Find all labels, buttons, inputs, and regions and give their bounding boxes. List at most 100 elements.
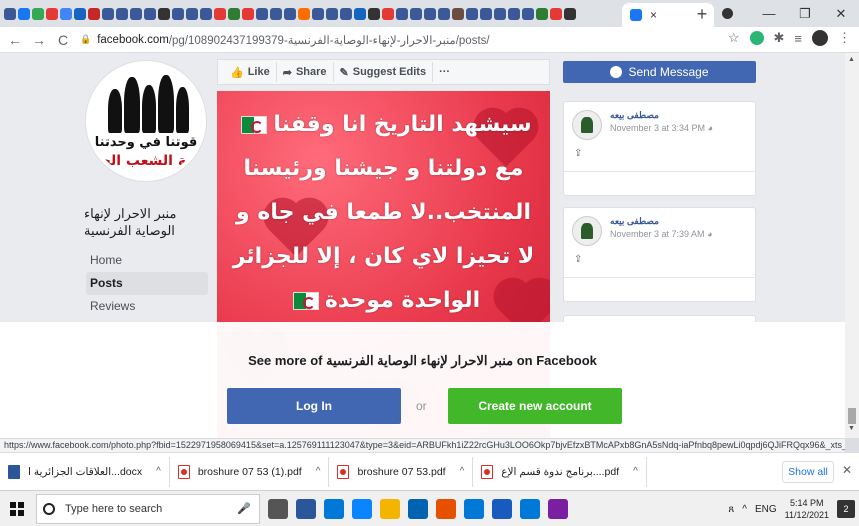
taskbar-app-icon[interactable]: [296, 498, 316, 519]
chevron-up-icon[interactable]: ^: [633, 466, 638, 477]
tab-favicon-icon[interactable]: [284, 7, 296, 20]
tab-favicon-icon[interactable]: [102, 7, 114, 20]
tab-favicon-icon[interactable]: [74, 7, 86, 20]
tab-favicon-icon[interactable]: [326, 7, 338, 20]
avatar[interactable]: [812, 30, 828, 46]
tab-favicon-icon[interactable]: [200, 7, 212, 20]
nav-item-posts[interactable]: Posts: [86, 272, 208, 295]
chevron-up-icon[interactable]: ^: [156, 466, 161, 477]
tab-favicon-icon[interactable]: [354, 7, 366, 20]
scroll-thumb[interactable]: [848, 408, 856, 424]
taskbar-app-icon[interactable]: [464, 498, 484, 519]
tab-favicon-icon[interactable]: [144, 7, 156, 20]
back-button[interactable]: ←: [6, 32, 24, 48]
tab-favicon-icon[interactable]: [172, 7, 184, 20]
tab-favicon-icon[interactable]: [410, 7, 422, 20]
log-in-button[interactable]: Log In: [227, 388, 401, 424]
download-item[interactable]: برنامج ندوة قسم الإع....pdf ^: [473, 456, 647, 487]
tab-favicon-icon[interactable]: [116, 7, 128, 20]
page-title[interactable]: منبر الاحرار لإنهاء الوصاية الفرنسية: [84, 205, 204, 239]
chevron-up-icon[interactable]: ^: [742, 504, 747, 515]
post-time[interactable]: November 3 at 7:39 AM ◕: [610, 229, 713, 239]
taskbar-app-icon[interactable]: [352, 498, 372, 519]
menu-icon[interactable]: ⋮: [838, 30, 851, 46]
reload-button[interactable]: C: [54, 32, 72, 48]
tab-favicon-icon[interactable]: [298, 7, 310, 20]
forward-button[interactable]: →: [30, 32, 48, 48]
nav-item-home[interactable]: Home: [86, 249, 208, 272]
suggest-edits-button[interactable]: ✎ Suggest Edits: [334, 62, 434, 82]
post-author[interactable]: مصطفى بيعه: [610, 110, 713, 121]
post-author[interactable]: مصطفى بيعه: [610, 216, 713, 227]
like-button[interactable]: 👍 Like: [224, 62, 277, 82]
page-scrollbar[interactable]: ▲ ▼: [845, 53, 859, 438]
taskbar-app-icon[interactable]: [380, 498, 400, 519]
clock[interactable]: 5:14 PM 11/12/2021: [785, 497, 829, 521]
tab-favicon-icon[interactable]: [494, 7, 506, 20]
send-message-button[interactable]: Send Message: [563, 61, 756, 83]
download-item[interactable]: broshure 07 53 (1).pdf ^: [170, 456, 330, 487]
language-indicator[interactable]: ENG: [755, 504, 777, 515]
avatar[interactable]: [572, 110, 602, 140]
share-icon[interactable]: ⇪: [564, 140, 755, 167]
tab-favicon-icon[interactable]: [242, 7, 254, 20]
create-account-button[interactable]: Create new account: [448, 388, 622, 424]
reading-list-icon[interactable]: ≡: [794, 31, 802, 46]
tab-favicon-icon[interactable]: [186, 7, 198, 20]
tab-favicon-icon[interactable]: [452, 7, 464, 20]
tab-favicon-icon[interactable]: [466, 7, 478, 20]
scroll-up-icon[interactable]: ▲: [848, 56, 855, 63]
taskbar-app-icon[interactable]: [268, 498, 288, 519]
share-icon[interactable]: ⇪: [564, 246, 755, 273]
tab-favicon-icon[interactable]: [46, 7, 58, 20]
tab-favicon-icon[interactable]: [508, 7, 520, 20]
download-item[interactable]: broshure 07 53.pdf ^: [329, 456, 474, 487]
tab-favicon-icon[interactable]: [396, 7, 408, 20]
scroll-down-icon[interactable]: ▼: [848, 425, 855, 432]
minimize-button[interactable]: —: [751, 6, 787, 21]
tab-favicon-icon[interactable]: [424, 7, 436, 20]
download-item[interactable]: العلاقات الجزائرية ا...docx ^: [0, 456, 170, 487]
tab-close-icon[interactable]: ×: [650, 8, 657, 22]
record-icon[interactable]: [722, 8, 733, 19]
notification-center-icon[interactable]: 2: [837, 500, 855, 518]
people-icon[interactable]: ጸ: [728, 504, 734, 515]
share-button[interactable]: ➦ Share: [277, 62, 334, 82]
tab-favicon-icon[interactable]: [60, 7, 72, 20]
post-time[interactable]: November 3 at 3:34 PM ◕: [610, 123, 713, 133]
tab-favicon-icon[interactable]: [536, 7, 548, 20]
chevron-up-icon[interactable]: ^: [460, 466, 465, 477]
taskbar-app-icon[interactable]: [408, 498, 428, 519]
tab-favicon-icon[interactable]: [564, 7, 576, 20]
tab-favicon-icon[interactable]: [438, 7, 450, 20]
tab-favicon-icon[interactable]: [256, 7, 268, 20]
tab-favicon-icon[interactable]: [340, 7, 352, 20]
tab-favicon-icon[interactable]: [550, 7, 562, 20]
windows-start-icon[interactable]: [10, 501, 24, 516]
more-button[interactable]: ···: [433, 62, 456, 82]
taskbar-app-icon[interactable]: [548, 498, 568, 519]
close-window-button[interactable]: ✕: [823, 6, 859, 22]
avatar[interactable]: [572, 216, 602, 246]
chevron-up-icon[interactable]: ^: [316, 466, 321, 477]
tab-favicon-icon[interactable]: [522, 7, 534, 20]
tab-favicon-icon[interactable]: [158, 7, 170, 20]
taskbar-app-icon[interactable]: [492, 498, 512, 519]
maximize-button[interactable]: ❐: [787, 6, 823, 22]
tab-favicon-icon[interactable]: [18, 7, 30, 20]
taskbar-app-icon[interactable]: [324, 498, 344, 519]
tab-favicon-icon[interactable]: [270, 7, 282, 20]
puzzle-icon[interactable]: ✱: [774, 30, 785, 46]
tab-favicon-icon[interactable]: [382, 7, 394, 20]
taskbar-search-input[interactable]: Type here to search 🎤: [36, 493, 260, 524]
bookmark-star-icon[interactable]: ☆: [728, 30, 740, 46]
tab-favicon-icon[interactable]: [368, 7, 380, 20]
extension-icon[interactable]: [749, 31, 764, 45]
close-icon[interactable]: ✕: [842, 463, 852, 477]
tab-favicon-icon[interactable]: [214, 7, 226, 20]
address-bar[interactable]: 🔒 facebook.com /pg/108902437199379-منبر-…: [80, 30, 830, 50]
tab-favicon-icon[interactable]: [130, 7, 142, 20]
tab-favicon-icon[interactable]: [480, 7, 492, 20]
show-all-button[interactable]: Show all: [782, 461, 834, 483]
tab-favicon-icon[interactable]: [228, 7, 240, 20]
